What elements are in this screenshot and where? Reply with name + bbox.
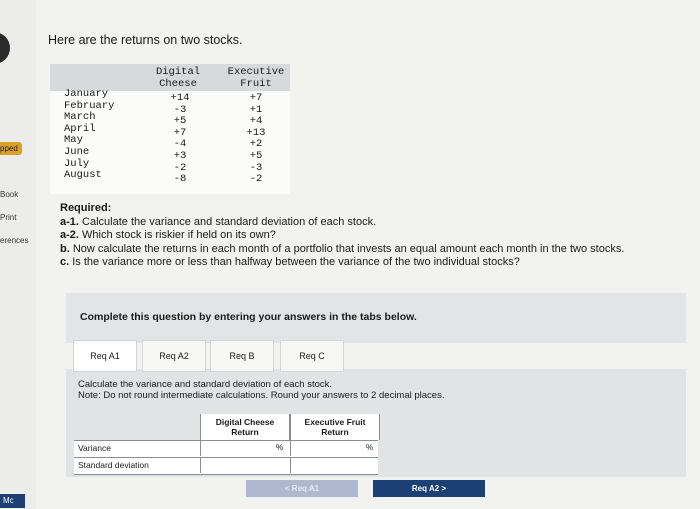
answer-col-executive-fruit: Executive Fruit Return <box>290 414 380 440</box>
requirement-tag: b. <box>60 242 70 255</box>
requirement-b: b. Now calculate the returns in each mon… <box>60 243 680 257</box>
std-dev-digital-cheese-input[interactable] <box>200 458 275 473</box>
question-intro: Here are the returns on two stocks. <box>48 33 243 47</box>
tab-req-c[interactable]: Req C <box>280 340 344 372</box>
col-header-executive-fruit: Executive Fruit <box>222 66 290 90</box>
variance-label: Variance <box>78 443 111 453</box>
month-cell: January <box>64 88 109 100</box>
requirement-a1: a-1. Calculate the variance and standard… <box>60 216 680 230</box>
mc-logo: Mc <box>0 494 25 508</box>
col-header-line: Fruit <box>240 77 272 90</box>
banner-text: Complete this question by entering your … <box>80 311 417 323</box>
sidebar-ebook-link[interactable]: Book <box>0 190 18 199</box>
col-header-line: Executive <box>227 66 285 78</box>
standard-deviation-row: Standard deviation <box>74 457 378 475</box>
answer-col-header-line: Return <box>321 427 349 437</box>
std-dev-executive-fruit-input[interactable] <box>290 458 365 473</box>
month-cell: August <box>64 169 102 182</box>
instruction-line: Calculate the variance and standard devi… <box>78 379 333 390</box>
variance-row: Variance % % <box>74 440 378 457</box>
standard-deviation-label: Standard deviation <box>78 460 149 470</box>
answer-col-header-line: Return <box>231 427 259 437</box>
answer-col-header-line: Digital Cheese <box>215 417 275 427</box>
instruction-note: Note: Do not round intermediate calculat… <box>78 390 445 401</box>
requirements-block: Required: a-1. Calculate the variance an… <box>60 202 680 270</box>
digital-cheese-cell: -8 <box>173 173 187 186</box>
percent-unit: % <box>276 443 284 452</box>
requirement-tag: c. <box>60 256 70 269</box>
answer-col-header-line: Executive Fruit <box>304 417 366 427</box>
col-header-line: Cheese <box>159 77 197 90</box>
col-header-digital-cheese: Digital Cheese <box>150 66 206 90</box>
digital-cheese-cell: +3 <box>173 149 187 162</box>
sidebar-print-link[interactable]: Print <box>0 213 16 222</box>
returns-table: Digital Cheese Executive Fruit January F… <box>50 64 290 194</box>
answer-col-digital-cheese: Digital Cheese Return <box>200 414 290 440</box>
variance-digital-cheese-input[interactable] <box>200 441 275 456</box>
digital-cheese-column: +14 -3 +5 +7 -4 +3 -2 -8 <box>160 92 200 186</box>
requirement-c: c. Is the variance more or less than hal… <box>60 256 680 270</box>
sidebar-skipped-badge[interactable]: pped <box>0 142 22 155</box>
tab-req-b[interactable]: Req B <box>210 340 274 372</box>
requirement-tag: a-2. <box>60 229 79 242</box>
month-column: January February March April May June Ju… <box>64 88 114 182</box>
answer-table: Digital Cheese Return Executive Fruit Re… <box>74 414 380 475</box>
requirement-a2: a-2. Which stock is riskier if held on i… <box>60 229 680 243</box>
month-cell: June <box>64 145 90 158</box>
percent-unit: % <box>366 443 374 452</box>
executive-fruit-column: +7 +1 +4 +13 +2 +5 -3 -2 <box>236 92 276 186</box>
back-circle-icon[interactable] <box>0 32 10 64</box>
prev-req-button[interactable]: < Req A1 <box>246 480 358 497</box>
requirement-text: Calculate the variance and standard devi… <box>82 215 377 228</box>
tab-req-a2[interactable]: Req A2 <box>142 340 206 372</box>
executive-fruit-cell: -2 <box>249 173 263 186</box>
required-heading: Required: <box>60 202 112 214</box>
requirement-text: Now calculate the returns in each month … <box>72 242 625 255</box>
tab-req-a1[interactable]: Req A1 <box>73 340 137 372</box>
requirement-text: Is the variance more or less than halfwa… <box>72 256 520 269</box>
col-header-line: Digital <box>155 66 201 78</box>
sidebar-references-link[interactable]: erences <box>0 236 28 245</box>
left-sidebar: pped Book Print erences Mc <box>0 0 36 509</box>
tab-instructions: Calculate the variance and standard devi… <box>78 379 444 401</box>
instruction-banner: Complete this question by entering your … <box>66 293 686 343</box>
executive-fruit-cell: +7 <box>249 92 263 104</box>
requirement-text: Which stock is riskier if held on its ow… <box>82 229 276 242</box>
digital-cheese-cell: +14 <box>170 92 190 104</box>
next-req-button[interactable]: Req A2 > <box>373 480 485 497</box>
variance-executive-fruit-input[interactable] <box>290 441 365 456</box>
requirement-tag: a-1. <box>60 215 79 228</box>
executive-fruit-cell: +5 <box>249 149 263 162</box>
